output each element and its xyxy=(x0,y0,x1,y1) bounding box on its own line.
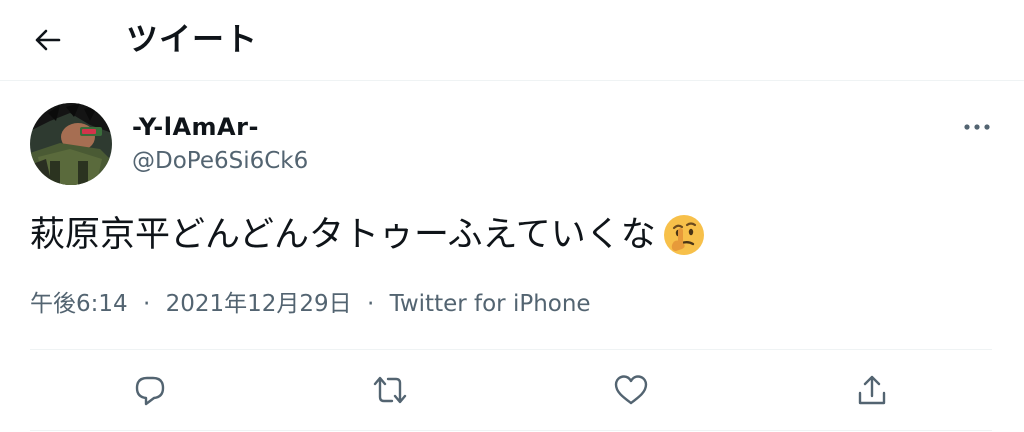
retweet-button[interactable] xyxy=(368,368,412,412)
tweet-source[interactable]: Twitter for iPhone xyxy=(390,291,591,317)
page-title: ツイート xyxy=(126,20,259,58)
bottom-divider xyxy=(30,430,992,431)
tweet-meta: 午後6:14 · 2021年12月29日 · Twitter for iPhon… xyxy=(30,289,591,319)
like-icon xyxy=(614,375,648,405)
meta-separator: · xyxy=(366,291,375,317)
thinking-face-emoji xyxy=(663,215,704,255)
tweet-date[interactable]: 2021年12月29日 xyxy=(166,291,352,317)
tweet-time[interactable]: 午後6:14 xyxy=(30,291,128,317)
more-icon xyxy=(964,124,990,130)
more-options-button[interactable] xyxy=(955,112,999,142)
author-display-name[interactable]: -Y-lAmAr- xyxy=(132,112,259,142)
tweet-text: 萩原京平どんどんタトゥーふえていくな xyxy=(30,210,708,260)
header-divider xyxy=(0,80,1024,81)
author-handle[interactable]: @DoPe6Si6Ck6 xyxy=(132,146,308,176)
retweet-icon xyxy=(373,376,407,404)
share-icon xyxy=(858,375,886,405)
meta-separator: · xyxy=(142,291,151,317)
tweet-text-content: 萩原京平どんどんタトゥーふえていくな xyxy=(30,215,656,255)
author-avatar[interactable] xyxy=(30,103,112,185)
avatar-image xyxy=(30,103,112,185)
meta-divider xyxy=(30,349,992,350)
arrow-left-icon xyxy=(35,29,61,51)
reply-button[interactable] xyxy=(128,368,172,412)
back-button[interactable] xyxy=(26,20,70,60)
top-bar: ツイート xyxy=(0,0,1024,80)
like-button[interactable] xyxy=(609,368,653,412)
reply-icon xyxy=(135,376,165,406)
share-button[interactable] xyxy=(850,368,894,412)
